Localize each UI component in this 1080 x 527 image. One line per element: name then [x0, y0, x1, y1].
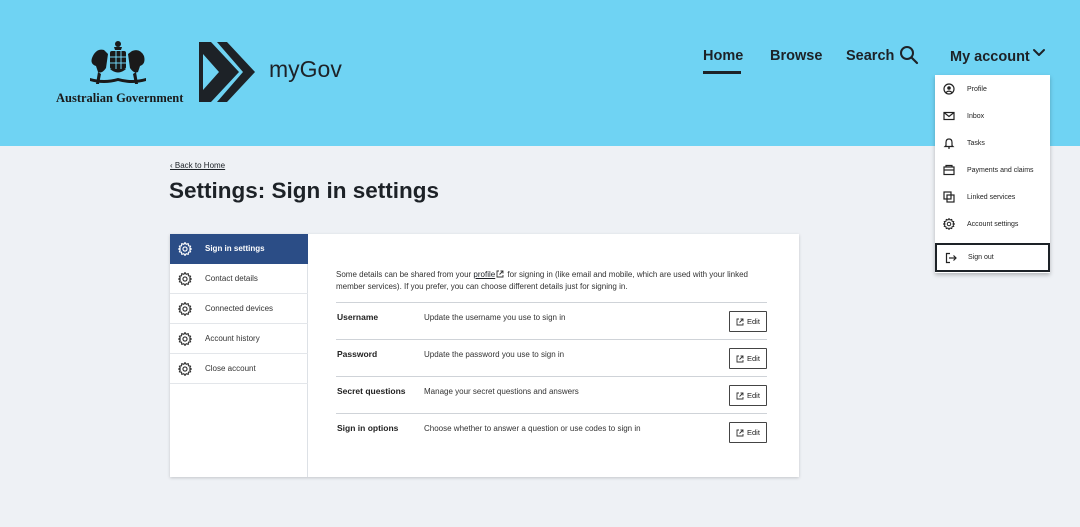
intro-text-part: Some details can be shared from your: [336, 270, 474, 279]
bell-icon: [943, 138, 955, 149]
user-circle-icon: [943, 83, 955, 95]
gear-icon: [178, 301, 192, 316]
back-to-home-link[interactable]: ‹ Back to Home: [170, 161, 225, 170]
edit-label: Edit: [747, 428, 760, 437]
chevron-down-icon[interactable]: [1032, 47, 1046, 59]
nav-home[interactable]: Home: [703, 48, 743, 64]
row-desc-sign-in-options: Choose whether to answer a question or u…: [424, 424, 641, 433]
site-header: Australian Government myGov Home Browse …: [0, 0, 1080, 146]
edit-icon: [736, 355, 744, 362]
sidebar-item-label: Close account: [205, 364, 256, 373]
row-label-secret-questions: Secret questions: [337, 386, 406, 396]
menu-item-tasks[interactable]: Tasks: [935, 130, 1050, 156]
row-label-username: Username: [337, 312, 379, 322]
mail-icon: [943, 111, 955, 121]
row-divider: [336, 413, 767, 414]
coat-of-arms-icon: [90, 41, 146, 84]
page-title: Settings: Sign in settings: [169, 178, 439, 204]
row-desc-secret-questions: Manage your secret questions and answers: [424, 387, 579, 396]
edit-label: Edit: [747, 391, 760, 400]
australian-government-logo[interactable]: Australian Government: [56, 38, 183, 108]
page-title-prefix: Settings:: [169, 178, 266, 203]
menu-item-inbox[interactable]: Inbox: [935, 103, 1050, 129]
edit-secret-questions-button[interactable]: Edit: [729, 385, 767, 406]
nav-search[interactable]: Search: [846, 48, 894, 64]
active-nav-indicator: [703, 71, 741, 74]
sidebar-item-label: Contact details: [205, 274, 258, 283]
profile-link[interactable]: profile: [473, 270, 495, 279]
account-dropdown-menu: Profile Inbox Tasks Payments and claims …: [935, 75, 1050, 273]
row-desc-username: Update the username you use to sign in: [424, 313, 566, 322]
edit-icon: [736, 429, 744, 436]
edit-label: Edit: [747, 317, 760, 326]
row-label-sign-in-options: Sign in options: [337, 423, 399, 433]
wallet-icon: [943, 164, 955, 176]
nav-my-account[interactable]: My account: [950, 49, 1030, 65]
sidebar-item-label: Account history: [205, 334, 260, 343]
row-desc-password: Update the password you use to sign in: [424, 350, 565, 359]
brand-name[interactable]: myGov: [269, 56, 342, 83]
linked-icon: [943, 191, 955, 203]
gear-icon: [943, 218, 955, 230]
sidebar-item-connected-devices[interactable]: Connected devices: [170, 294, 308, 324]
menu-item-label: Tasks: [967, 139, 985, 147]
sidebar-item-close-account[interactable]: Close account: [170, 354, 308, 384]
sign-out-button[interactable]: Sign out: [935, 243, 1050, 272]
menu-item-label: Payments and claims: [967, 166, 1034, 174]
edit-icon: [736, 318, 744, 325]
sidebar-item-sign-in-settings[interactable]: Sign in settings: [170, 234, 308, 264]
gear-icon: [178, 361, 192, 376]
edit-label: Edit: [747, 354, 760, 363]
settings-sidebar: Sign in settings Contact details Connect…: [170, 234, 308, 477]
menu-item-label: Account settings: [967, 220, 1019, 228]
sidebar-item-contact-details[interactable]: Contact details: [170, 264, 308, 294]
menu-item-account-settings[interactable]: Account settings: [935, 211, 1050, 237]
sidebar-item-account-history[interactable]: Account history: [170, 324, 308, 354]
row-divider: [336, 339, 767, 340]
menu-item-label: Profile: [967, 85, 987, 93]
menu-item-profile[interactable]: Profile: [935, 76, 1050, 102]
gear-icon: [178, 271, 192, 286]
sign-out-icon: [945, 252, 957, 263]
menu-item-label: Inbox: [967, 112, 985, 120]
row-label-password: Password: [337, 349, 378, 359]
gear-icon: [178, 331, 192, 346]
intro-text: Some details can be shared from your pro…: [336, 269, 766, 293]
sidebar-item-label: Connected devices: [205, 304, 274, 313]
edit-password-button[interactable]: Edit: [729, 348, 767, 369]
menu-item-payments-and-claims[interactable]: Payments and claims: [935, 157, 1050, 183]
menu-item-label: Linked services: [967, 193, 1016, 201]
sidebar-item-label: Sign in settings: [205, 244, 265, 253]
menu-item-linked-services[interactable]: Linked services: [935, 184, 1050, 210]
page-title-rest: Sign in settings: [265, 178, 440, 203]
gear-icon: [178, 241, 192, 256]
nav-browse[interactable]: Browse: [770, 48, 822, 64]
edit-icon: [736, 392, 744, 399]
row-divider: [336, 302, 767, 303]
external-link-icon: [496, 270, 504, 278]
edit-username-button[interactable]: Edit: [729, 311, 767, 332]
government-name: Australian Government: [56, 91, 184, 105]
settings-panel: Sign in settings Contact details Connect…: [170, 234, 799, 477]
edit-sign-in-options-button[interactable]: Edit: [729, 422, 767, 443]
sign-out-label: Sign out: [968, 254, 994, 261]
row-divider: [336, 376, 767, 377]
mygov-logo-icon[interactable]: [197, 40, 255, 104]
search-icon[interactable]: [899, 45, 919, 65]
